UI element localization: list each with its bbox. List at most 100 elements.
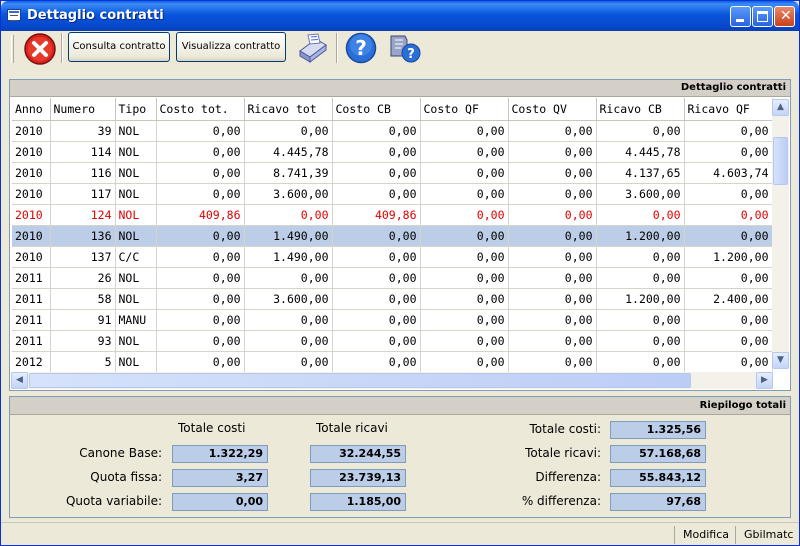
cell-costo-qf: 0,00 xyxy=(420,225,509,247)
table-header-row: Anno Numero Tipo Costo tot. Ricavo tot C… xyxy=(12,98,773,121)
cell-ricavo-qf: 0,00 xyxy=(684,225,773,247)
cell-costo-cb: 409,86 xyxy=(332,204,421,226)
cell-numero: 117 xyxy=(50,183,116,205)
cell-anno: 2010 xyxy=(12,141,51,163)
percentuale-differenza-label: % differenza: xyxy=(521,494,601,508)
cell-costo-tot: 0,00 xyxy=(156,309,245,331)
cell-costo-cb: 0,00 xyxy=(332,141,421,163)
table-row[interactable]: 2011 58 NOL 0,00 3.600,00 0,00 0,00 0,00 1.200,0… xyxy=(12,288,773,310)
cell-ricavo-cb: 4.445,78 xyxy=(596,141,685,163)
exit-icon[interactable] xyxy=(23,32,57,66)
cell-costo-qf: 0,00 xyxy=(420,288,509,310)
column-header-ricavo-tot[interactable]: Ricavo tot xyxy=(244,98,333,121)
column-header-costo-qv[interactable]: Costo QV xyxy=(508,98,597,121)
cell-costo-qv: 0,00 xyxy=(508,120,597,142)
contracts-grid-panel: Dettaglio contratti Anno Numero Tipo Cos… xyxy=(9,79,791,391)
vertical-scroll-thumb[interactable] xyxy=(773,137,788,185)
cell-anno: 2010 xyxy=(12,204,51,226)
cell-costo-qf: 0,00 xyxy=(420,204,509,226)
scroll-left-arrow-icon[interactable]: ◀ xyxy=(11,372,28,389)
context-help-icon[interactable]: ? xyxy=(389,32,423,64)
cell-numero: 137 xyxy=(50,246,116,268)
vertical-scrollbar[interactable]: ▲ ▼ xyxy=(772,99,789,369)
column-header-costo-tot[interactable]: Costo tot. xyxy=(156,98,245,121)
cell-costo-qv: 0,00 xyxy=(508,162,597,184)
column-header-ricavo-cb[interactable]: Ricavo CB xyxy=(596,98,685,121)
column-header-tipo[interactable]: Tipo xyxy=(115,98,157,121)
cell-costo-tot: 0,00 xyxy=(156,183,245,205)
cell-ricavo-qf: 0,00 xyxy=(684,309,773,331)
scroll-down-arrow-icon[interactable]: ▼ xyxy=(772,352,789,369)
cell-costo-qf: 0,00 xyxy=(420,351,509,373)
cell-ricavo-cb: 0,00 xyxy=(596,120,685,142)
toolbar-grip xyxy=(11,35,14,63)
column-header-costo-qf[interactable]: Costo QF xyxy=(420,98,509,121)
cell-ricavo-qf: 0,00 xyxy=(684,330,773,352)
cell-anno: 2011 xyxy=(12,288,51,310)
cell-ricavo-qf: 0,00 xyxy=(684,351,773,373)
column-header-numero[interactable]: Numero xyxy=(50,98,116,121)
cell-ricavo-qf: 2.400,00 xyxy=(684,288,773,310)
horizontal-scrollbar[interactable]: ◀ ▶ xyxy=(11,372,773,389)
table-row[interactable]: 2010 114 NOL 0,00 4.445,78 0,00 0,00 0,00 4.445,… xyxy=(12,141,773,163)
close-window-button[interactable]: ✕ xyxy=(774,6,795,27)
svg-text:?: ? xyxy=(355,36,367,60)
cell-numero: 114 xyxy=(50,141,116,163)
visualizza-contratto-button[interactable]: Visualizza contratto xyxy=(176,32,286,62)
table-row[interactable]: 2010 39 NOL 0,00 0,00 0,00 0,00 0,00 0,00 0,00 xyxy=(12,120,773,142)
minimize-icon xyxy=(736,19,744,22)
column-header-ricavo-qf[interactable]: Ricavo QF xyxy=(684,98,773,121)
cell-costo-cb: 0,00 xyxy=(332,267,421,289)
table-row-selected[interactable]: 2010 136 NOL 0,00 1.490,00 0,00 0,00 0,00 1.200,… xyxy=(12,225,773,247)
cell-costo-qf: 0,00 xyxy=(420,267,509,289)
cell-ricavo-tot: 0,00 xyxy=(244,330,333,352)
cell-anno: 2011 xyxy=(12,309,51,331)
column-header-costo-cb[interactable]: Costo CB xyxy=(332,98,421,121)
table-row[interactable]: 2011 26 NOL 0,00 0,00 0,00 0,00 0,00 0,00 0,00 xyxy=(12,267,773,289)
table-row[interactable]: 2010 116 NOL 0,00 8.741,39 0,00 0,00 0,00 4.137,… xyxy=(12,162,773,184)
quota-fissa-costi-value: 3,27 xyxy=(172,469,268,487)
cell-ricavo-qf: 0,00 xyxy=(684,141,773,163)
cell-costo-cb: 0,00 xyxy=(332,120,421,142)
cell-ricavo-qf: 0,00 xyxy=(684,120,773,142)
cell-costo-cb: 0,00 xyxy=(332,309,421,331)
cell-ricavo-tot: 3.600,00 xyxy=(244,288,333,310)
cell-tipo: NOL xyxy=(115,120,157,142)
maximize-button[interactable] xyxy=(752,6,773,27)
status-bar: Modifica Gbilmatc xyxy=(1,522,799,545)
cell-anno: 2011 xyxy=(12,330,51,352)
consulta-contratto-button[interactable]: Consulta contratto xyxy=(68,32,170,62)
quota-variabile-label: Quota variabile: xyxy=(65,494,162,508)
horizontal-scroll-thumb[interactable] xyxy=(29,373,691,388)
cell-anno: 2010 xyxy=(12,162,51,184)
table-row[interactable]: 2010 117 NOL 0,00 3.600,00 0,00 0,00 0,00 3.600,… xyxy=(12,183,773,205)
quota-variabile-ricavi-value: 1.185,00 xyxy=(310,493,406,511)
table-row-highlighted[interactable]: 2010 124 NOL 409,86 0,00 409,86 0,00 0,00 0,00 0,… xyxy=(12,204,773,226)
cell-anno: 2010 xyxy=(12,246,51,268)
cell-tipo: NOL xyxy=(115,204,157,226)
grid-panel-title: Dettaglio contratti xyxy=(10,80,790,97)
toolbar: Consulta contratto Visualizza contratto … xyxy=(5,31,795,65)
table-row[interactable]: 2012 5 NOL 0,00 0,00 0,00 0,00 0,00 0,00 0,00 xyxy=(12,351,773,373)
cell-numero: 26 xyxy=(50,267,116,289)
table-row[interactable]: 2011 93 NOL 0,00 0,00 0,00 0,00 0,00 0,00 0,00 xyxy=(12,330,773,352)
title-bar[interactable]: Dettaglio contratti ✕ xyxy=(1,1,799,31)
table-row[interactable]: 2010 137 C/C 0,00 1.490,00 0,00 0,00 0,00 0,00 1.… xyxy=(12,246,773,268)
minimize-button[interactable] xyxy=(730,6,751,27)
cell-numero: 91 xyxy=(50,309,116,331)
help-icon[interactable]: ? xyxy=(345,32,377,64)
cell-anno: 2010 xyxy=(12,225,51,247)
differenza-value: 55.843,12 xyxy=(610,469,706,487)
cell-costo-cb: 0,00 xyxy=(332,162,421,184)
canone-base-costi-value: 1.322,29 xyxy=(172,445,268,463)
summary-panel-title: Riepilogo totali xyxy=(10,397,790,415)
scroll-right-arrow-icon[interactable]: ▶ xyxy=(756,372,773,389)
column-header-anno[interactable]: Anno xyxy=(12,98,51,121)
scroll-up-arrow-icon[interactable]: ▲ xyxy=(772,99,789,116)
quota-fissa-label: Quota fissa: xyxy=(90,470,162,484)
print-icon[interactable] xyxy=(296,33,330,63)
window-title: Dettaglio contratti xyxy=(27,8,164,23)
table-row[interactable]: 2011 91 MANU 0,00 0,00 0,00 0,00 0,00 0,00 0,00 xyxy=(12,309,773,331)
toolbar-separator xyxy=(336,33,338,63)
cell-numero: 136 xyxy=(50,225,116,247)
